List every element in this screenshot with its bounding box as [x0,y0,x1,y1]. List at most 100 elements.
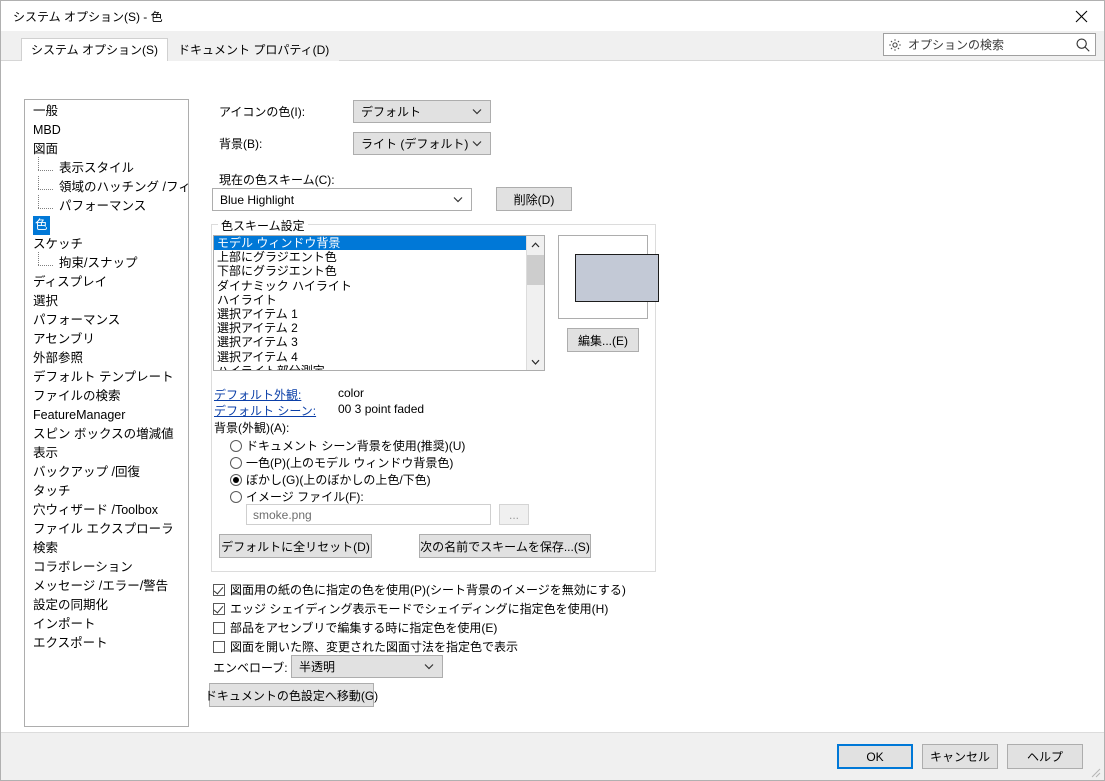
sidebar-item[interactable]: コラボレーション [25,558,188,577]
radio-button[interactable] [230,439,242,452]
sidebar-item[interactable]: アセンブリ [25,330,188,349]
tab-document-properties[interactable]: ドキュメント プロパティ(D) [167,38,340,61]
default-appearance-link[interactable]: デフォルト外観: [214,386,301,403]
image-file-input[interactable]: smoke.png [246,504,491,525]
radio-option[interactable]: 一色(P)(上のモデル ウィンドウ背景色) [230,454,465,471]
checkbox-option[interactable]: エッジ シェイディング表示モードでシェイディングに指定色を使用(H) [213,599,626,618]
help-button[interactable]: ヘルプ [1007,744,1083,769]
search-options-box[interactable]: オプションの検索 [883,33,1096,56]
sidebar-item[interactable]: 検索 [25,539,188,558]
list-item[interactable]: ハイライト [214,293,526,307]
sidebar-item[interactable]: スケッチ [25,235,188,254]
sidebar-item[interactable]: 図面 [25,140,188,159]
radio-label: イメージ ファイル(F): [246,490,364,504]
sidebar-item-label: 図面 [33,142,59,156]
sidebar-item[interactable]: MBD [25,121,188,140]
checkbox-option[interactable]: 部品をアセンブリで編集する時に指定色を使用(E) [213,618,626,637]
list-item[interactable]: 選択アイテム 1 [214,307,526,321]
delete-scheme-button[interactable]: 削除(D) [496,187,572,211]
icon-color-select[interactable]: デフォルト [353,100,491,123]
sidebar-item[interactable]: ファイルの検索 [25,387,188,406]
search-input[interactable]: オプションの検索 [904,36,1073,53]
scroll-up-icon[interactable] [527,236,544,253]
background-select[interactable]: ライト (デフォルト) [353,132,491,155]
chevron-down-icon [472,101,482,122]
scroll-down-icon[interactable] [527,353,544,370]
cancel-button[interactable]: キャンセル [922,744,998,769]
ok-button[interactable]: OK [837,744,913,769]
sidebar-item[interactable]: スピン ボックスの増減値 [25,425,188,444]
sidebar-item[interactable]: FeatureManager [25,406,188,425]
search-icon[interactable] [1073,37,1091,53]
color-options-checkboxes[interactable]: 図面用の紙の色に指定の色を使用(P)(シート背景のイメージを無効にする) エッジ … [213,580,626,656]
checkbox-option[interactable]: 図面用の紙の色に指定の色を使用(P)(シート背景のイメージを無効にする) [213,580,626,599]
list-item[interactable]: 下部にグラジエント色 [214,264,526,278]
browse-image-button[interactable]: ... [499,504,529,525]
sidebar-item-label: 一般 [33,104,59,118]
sidebar-item[interactable]: ファイル エクスプローラ [25,520,188,539]
sidebar-item[interactable]: ディスプレイ [25,273,188,292]
sidebar-item[interactable]: 領域のハッチング /フィル [25,176,188,197]
sidebar-item-label: パフォーマンス [33,313,121,327]
sidebar-item[interactable]: 表示 [25,444,188,463]
sidebar-item[interactable]: 設定の同期化 [25,596,188,615]
sidebar-item[interactable]: バックアップ /回復 [25,463,188,482]
color-scheme-items[interactable]: モデル ウィンドウ背景 上部にグラジエント色 下部にグラジエント色 ダイナミック ハイ… [214,236,526,370]
sidebar-item[interactable]: 外部参照 [25,349,188,368]
sidebar-item[interactable]: 選択 [25,292,188,311]
window-title: システム オプション(S) - 色 [13,9,163,24]
sidebar-item-label: 選択 [33,294,59,308]
sidebar-item[interactable]: 穴ウィザード /Toolbox [25,501,188,520]
gear-icon [888,38,904,52]
sidebar-item[interactable]: 一般 [25,102,188,121]
reset-all-defaults-button[interactable]: デフォルトに全リセット(D) [219,534,372,558]
sidebar-item[interactable]: 表示スタイル [25,157,188,178]
checkbox-box[interactable] [213,621,225,634]
list-item[interactable]: 選択アイテム 3 [214,335,526,349]
sidebar-item[interactable]: インポート [25,615,188,634]
checkbox-box[interactable] [213,583,225,596]
sidebar-item-label: スケッチ [33,237,84,251]
goto-document-colors-button[interactable]: ドキュメントの色設定へ移動(G) [205,683,378,707]
close-icon[interactable] [1059,1,1104,31]
sidebar-item[interactable]: 色 [25,216,188,235]
list-item[interactable]: モデル ウィンドウ背景 [214,236,526,251]
radio-button[interactable] [230,490,242,503]
options-tree[interactable]: 一般 MBD 図面 表示スタイル 領域のハッチング /フィル パフォーマンス色スケッチ 拘束… [24,99,189,727]
scrollbar-thumb[interactable] [527,255,544,285]
listbox-scrollbar[interactable] [526,236,544,370]
sidebar-item[interactable]: デフォルト テンプレート [25,368,188,387]
list-item[interactable]: 上部にグラジエント色 [214,250,526,264]
sidebar-item[interactable]: メッセージ /エラー/警告 [25,577,188,596]
sidebar-item[interactable]: タッチ [25,482,188,501]
sidebar-item[interactable]: パフォーマンス [25,195,188,216]
envelope-select[interactable]: 半透明 [291,655,443,678]
checkbox-option[interactable]: 図面を開いた際、変更された図面寸法を指定色で表示 [213,637,626,656]
sidebar-item[interactable]: 拘束/スナップ [25,252,188,273]
resize-grip-icon[interactable] [1087,764,1101,778]
radio-label: ドキュメント シーン背景を使用(推奨)(U) [246,439,466,453]
radio-option[interactable]: イメージ ファイル(F): [230,488,465,505]
radio-option[interactable]: ドキュメント シーン背景を使用(推奨)(U) [230,437,465,454]
checkbox-box[interactable] [213,602,225,615]
sidebar-item-label: バックアップ /回復 [33,465,140,479]
tab-system-options[interactable]: システム オプション(S) [21,38,168,61]
radio-button[interactable] [230,456,242,469]
radio-button[interactable] [230,473,242,486]
sidebar-item[interactable]: パフォーマンス [25,311,188,330]
background-appearance-radiogroup[interactable]: ドキュメント シーン背景を使用(推奨)(U) 一色(P)(上のモデル ウィンドウ背… [230,437,465,505]
radio-option[interactable]: ぼかし(G)(上のぼかしの上色/下色) [230,471,465,488]
list-item[interactable]: 選択アイテム 4 [214,350,526,364]
sidebar-item[interactable]: エクスポート [25,634,188,653]
chevron-down-icon [424,656,434,677]
color-swatch [575,254,659,302]
edit-color-button[interactable]: 編集...(E) [567,328,639,352]
current-scheme-select[interactable]: Blue Highlight [212,188,472,211]
default-scene-link[interactable]: デフォルト シーン: [214,402,316,419]
list-item[interactable]: ダイナミック ハイライト [214,279,526,293]
checkbox-box[interactable] [213,640,225,653]
list-item[interactable]: 選択アイテム 2 [214,321,526,335]
color-scheme-listbox[interactable]: モデル ウィンドウ背景 上部にグラジエント色 下部にグラジエント色 ダイナミック ハイ… [213,235,545,371]
list-item[interactable]: ハイライト部分測定 [214,364,526,370]
save-scheme-as-button[interactable]: 次の名前でスキームを保存...(S) [419,534,591,558]
